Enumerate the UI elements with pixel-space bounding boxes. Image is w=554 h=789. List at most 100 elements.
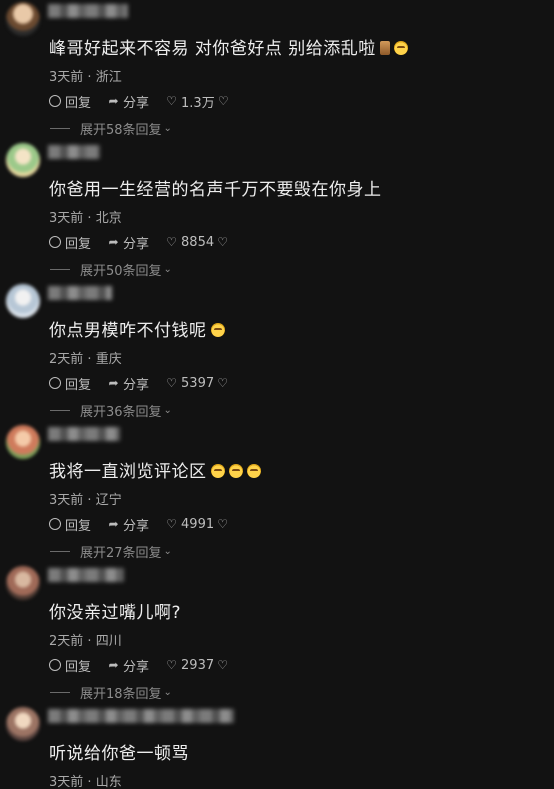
expand-divider: [50, 127, 70, 129]
share-button[interactable]: ➦ 分享: [107, 92, 149, 111]
like-button[interactable]: ♡ 4991 ♡: [165, 517, 232, 532]
broken-heart-icon[interactable]: ♡: [216, 658, 229, 672]
emoji-icon: [393, 41, 408, 55]
avatar[interactable]: [6, 566, 40, 600]
like-button[interactable]: ♡ 8854 ♡: [165, 235, 232, 250]
like-button[interactable]: ♡ 2937 ♡: [165, 658, 232, 673]
comment-feed: 峰哥好起来不容易 对你爸好点 别给添乱啦 3天前 · 浙江 回复 ➦ 分享 ♡ 1.…: [0, 0, 554, 789]
broken-heart-icon[interactable]: ♡: [217, 94, 230, 108]
comment-bubble-icon: [49, 95, 61, 107]
expand-replies-button[interactable]: 展开36条回复 ⌄: [50, 402, 172, 420]
username-blurred[interactable]: [48, 4, 128, 18]
heart-icon: ♡: [166, 93, 177, 108]
broken-heart-icon[interactable]: ♡: [216, 235, 229, 249]
emoji-icon: [210, 323, 225, 337]
comment-time: 2天前: [49, 634, 84, 649]
comment-actions: 回复 ➦ 分享 ♡ 2937 ♡: [49, 656, 248, 675]
comment-meta: 3天前 · 辽宁: [49, 493, 122, 508]
comment-time: 3天前: [49, 493, 84, 508]
broken-heart-icon[interactable]: ♡: [216, 376, 229, 390]
comment-meta: 3天前 · 北京: [49, 211, 122, 226]
avatar[interactable]: [6, 425, 40, 459]
comment-meta: 2天前 · 四川: [49, 634, 122, 649]
expand-replies-button[interactable]: 展开27条回复 ⌄: [50, 543, 172, 561]
comment-actions: 回复 ➦ 分享 ♡ 8854 ♡: [49, 233, 248, 252]
comment-meta: 2天前 · 重庆: [49, 352, 122, 367]
comment-text: 听说给你爸一顿骂: [49, 744, 189, 764]
broken-heart-icon[interactable]: ♡: [216, 517, 229, 531]
comment-item: 听说给你爸一顿骂 3天前 · 山东: [0, 705, 554, 789]
expand-replies-button[interactable]: 展开58条回复 ⌄: [50, 120, 172, 138]
comment-text: 你爸用一生经营的名声千万不要毁在你身上: [49, 180, 382, 200]
comment-text: 峰哥好起来不容易 对你爸好点 别给添乱啦: [49, 34, 408, 59]
avatar[interactable]: [6, 707, 40, 741]
emoji-icon: [246, 464, 261, 478]
expand-replies-button[interactable]: 展开50条回复 ⌄: [50, 261, 172, 279]
username-blurred[interactable]: [48, 568, 124, 582]
reply-button[interactable]: 回复: [49, 515, 91, 534]
chevron-down-icon: ⌄: [163, 122, 172, 134]
share-button[interactable]: ➦ 分享: [107, 233, 149, 252]
like-count: 2937: [181, 657, 215, 673]
comment-time: 3天前: [49, 211, 84, 226]
expand-divider: [50, 268, 70, 270]
comment-bubble-icon: [49, 377, 61, 389]
comment-meta: 3天前 · 浙江: [49, 70, 122, 85]
emoji-icon: [210, 464, 225, 478]
comment-text: 你没亲过嘴儿啊?: [49, 603, 182, 623]
avatar[interactable]: [6, 2, 40, 36]
share-button[interactable]: ➦ 分享: [107, 656, 149, 675]
comment-item: 你没亲过嘴儿啊? 2天前 · 四川 回复 ➦ 分享 ♡ 2937 ♡ 展开18条回复 ⌄: [0, 564, 554, 705]
chevron-down-icon: ⌄: [163, 686, 172, 698]
comment-time: 3天前: [49, 70, 84, 85]
comment-location: 四川: [95, 634, 122, 649]
expand-replies-button[interactable]: 展开18条回复 ⌄: [50, 684, 172, 702]
comment-bubble-icon: [49, 236, 61, 248]
emoji-icon: [228, 464, 243, 478]
comment-actions: 回复 ➦ 分享 ♡ 1.3万 ♡: [49, 92, 249, 111]
comment-location: 北京: [95, 211, 122, 226]
comment-text: 我将一直浏览评论区: [49, 457, 261, 482]
username-blurred[interactable]: [48, 709, 234, 723]
share-arrow-icon: ➦: [108, 375, 119, 390]
reply-button[interactable]: 回复: [49, 233, 91, 252]
comment-location: 浙江: [95, 70, 122, 85]
reply-button[interactable]: 回复: [49, 374, 91, 393]
comment-location: 重庆: [95, 352, 122, 367]
chevron-down-icon: ⌄: [163, 263, 172, 275]
comment-time: 3天前: [49, 775, 84, 789]
reply-button[interactable]: 回复: [49, 92, 91, 111]
like-count: 8854: [181, 234, 215, 250]
share-arrow-icon: ➦: [108, 657, 119, 672]
expand-divider: [50, 550, 70, 552]
heart-icon: ♡: [166, 375, 177, 390]
like-count: 4991: [181, 516, 215, 532]
expand-divider: [50, 691, 70, 693]
share-button[interactable]: ➦ 分享: [107, 374, 149, 393]
comment-meta: 3天前 · 山东: [49, 775, 122, 789]
avatar[interactable]: [6, 143, 40, 177]
comment-item: 你爸用一生经营的名声千万不要毁在你身上 3天前 · 北京 回复 ➦ 分享 ♡ 885…: [0, 141, 554, 282]
like-button[interactable]: ♡ 5397 ♡: [165, 376, 232, 391]
like-button[interactable]: ♡ 1.3万 ♡: [165, 92, 233, 111]
avatar[interactable]: [6, 284, 40, 318]
comment-time: 2天前: [49, 352, 84, 367]
reply-button[interactable]: 回复: [49, 656, 91, 675]
comment-item: 峰哥好起来不容易 对你爸好点 别给添乱啦 3天前 · 浙江 回复 ➦ 分享 ♡ 1.…: [0, 0, 554, 141]
comment-location: 辽宁: [95, 493, 122, 508]
chevron-down-icon: ⌄: [163, 404, 172, 416]
like-count: 1.3万: [181, 95, 215, 111]
chevron-down-icon: ⌄: [163, 545, 172, 557]
comment-bubble-icon: [49, 659, 61, 671]
username-blurred[interactable]: [48, 286, 112, 300]
comment-item: 我将一直浏览评论区 3天前 · 辽宁 回复 ➦ 分享 ♡ 4991 ♡ 展开27条回复…: [0, 423, 554, 564]
comment-actions: 回复 ➦ 分享 ♡ 5397 ♡: [49, 374, 248, 393]
comment-text: 你点男模咋不付钱呢: [49, 316, 225, 341]
sticker-icon: [379, 41, 390, 55]
comment-bubble-icon: [49, 518, 61, 530]
share-arrow-icon: ➦: [108, 234, 119, 249]
heart-icon: ♡: [166, 234, 177, 249]
share-button[interactable]: ➦ 分享: [107, 515, 149, 534]
username-blurred[interactable]: [48, 145, 100, 159]
username-blurred[interactable]: [48, 427, 120, 441]
